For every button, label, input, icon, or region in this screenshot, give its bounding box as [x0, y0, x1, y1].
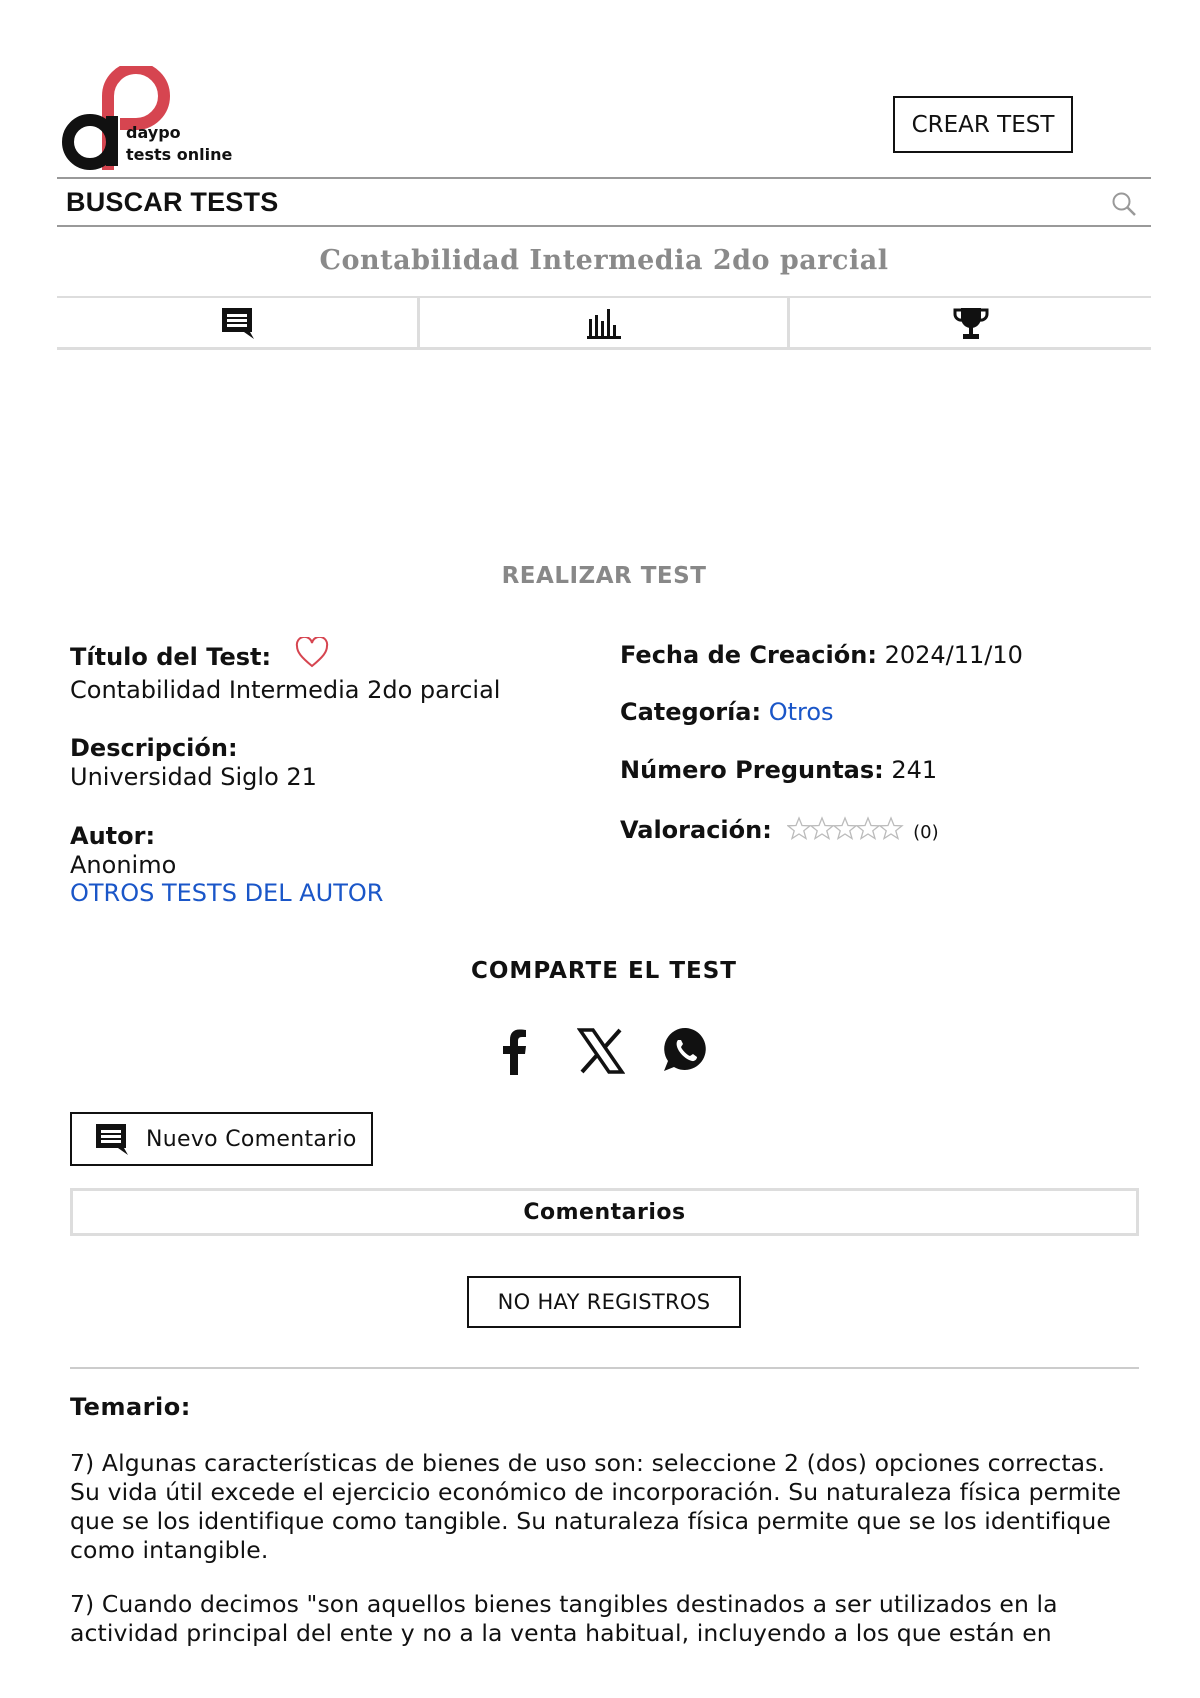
page-title: Contabilidad Intermedia 2do parcial — [319, 245, 889, 276]
categoria-link[interactable]: Otros — [769, 698, 834, 726]
share-title: COMPARTE EL TEST — [471, 958, 737, 984]
fecha-value: 2024/11/10 — [884, 641, 1023, 669]
daypo-logo[interactable]: daypo tests online — [62, 66, 262, 172]
categoria-row: Categoría: Otros — [620, 698, 834, 727]
preguntas-value: 241 — [891, 756, 938, 784]
rating-stars-icon — [786, 816, 905, 840]
preguntas-label: Número Preguntas: — [620, 756, 884, 784]
search-icon[interactable] — [1111, 191, 1137, 217]
fecha-row: Fecha de Creación: 2024/11/10 — [620, 641, 1023, 670]
preguntas-row: Número Preguntas: 241 — [620, 756, 937, 785]
favorite-heart-icon[interactable] — [295, 635, 329, 669]
autor-value: Anonimo — [70, 851, 177, 879]
valoracion-row: Valoración: (0) — [620, 816, 939, 847]
nuevo-comentario-button[interactable]: Nuevo Comentario — [70, 1112, 373, 1166]
search-bar[interactable]: BUSCAR TESTS — [57, 177, 1151, 227]
comentarios-header: Comentarios — [70, 1188, 1139, 1236]
stats-icon — [586, 308, 621, 339]
titulo-row: Título del Test: — [70, 635, 329, 672]
otros-tests-link[interactable]: OTROS TESTS DEL AUTOR — [70, 879, 383, 908]
descripcion-value: Universidad Siglo 21 — [70, 763, 317, 791]
share-icons — [495, 1023, 720, 1079]
search-label: BUSCAR TESTS — [66, 186, 279, 217]
valoracion-label: Valoración: — [620, 816, 772, 844]
no-registros-box: NO HAY REGISTROS — [467, 1276, 741, 1328]
crear-test-button[interactable]: CREAR TEST — [893, 96, 1073, 153]
tab-comments[interactable] — [57, 298, 417, 347]
trophy-icon — [952, 307, 989, 339]
whatsapp-icon[interactable] — [661, 1025, 711, 1075]
logo-text: daypo tests online — [126, 122, 232, 166]
x-icon[interactable] — [577, 1027, 625, 1075]
autor-label: Autor: — [70, 822, 156, 850]
tab-statistics[interactable] — [417, 298, 787, 347]
logo-line1: daypo — [126, 123, 181, 142]
titulo-label: Título del Test: — [70, 643, 272, 671]
nuevo-comentario-label: Nuevo Comentario — [146, 1126, 357, 1152]
logo-line2: tests online — [126, 145, 233, 164]
categoria-label: Categoría: — [620, 698, 762, 726]
realizar-test-link[interactable]: REALIZAR TEST — [57, 563, 1151, 589]
descripcion-label: Descripción: — [70, 734, 238, 762]
temario-item: 7) Algunas características de bienes de … — [70, 1449, 1122, 1564]
comment-icon — [222, 307, 254, 339]
titulo-value: Contabilidad Intermedia 2do parcial — [70, 676, 501, 704]
tab-ranking[interactable] — [787, 298, 1151, 347]
temario-item: 7) Cuando decimos "son aquellos bienes t… — [70, 1590, 1058, 1647]
divider — [70, 1367, 1139, 1369]
temario-label: Temario: — [70, 1393, 191, 1421]
comment-icon — [96, 1124, 128, 1155]
valoracion-count: (0) — [913, 822, 939, 843]
fecha-label: Fecha de Creación: — [620, 641, 877, 669]
tab-bar — [57, 296, 1151, 350]
facebook-icon[interactable] — [497, 1027, 529, 1075]
